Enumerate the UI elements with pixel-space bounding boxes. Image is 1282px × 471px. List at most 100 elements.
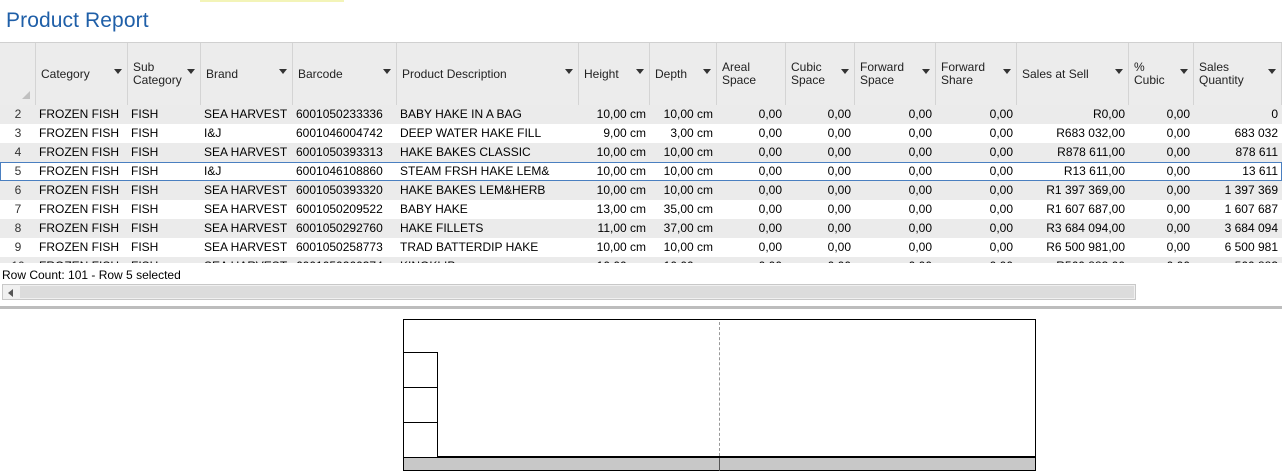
dropdown-arrow-icon[interactable] [383,69,391,74]
cell-rownum: 3 [14,126,22,140]
cell-pct_cubic: 0,00 [1166,202,1190,216]
column-header-brand[interactable]: Brand [201,43,293,105]
dropdown-arrow-icon[interactable] [1003,69,1011,74]
dropdown-arrow-icon[interactable] [636,69,644,74]
column-header-rownum[interactable] [0,43,36,105]
cell-fwd_share: 0,00 [989,221,1013,235]
cell-fwd_space: 0,00 [908,240,932,254]
column-header-fwd_share[interactable]: Forward Share [936,43,1017,105]
cell-description: TRAD BATTERDIP HAKE [400,240,539,254]
dropdown-arrow-icon[interactable] [1268,69,1276,74]
cell-sales_qty: 3 684 094 [1224,221,1278,235]
table-row[interactable]: 2 FROZEN FISH FISH SEA HARVEST 6001050233336… [0,105,1282,124]
table-row[interactable]: 4 FROZEN FISH FISH SEA HARVEST 6001050393313… [0,143,1282,162]
cell-brand: SEA HARVEST [204,221,288,235]
column-header-fwd_space[interactable]: Forward Space [855,43,936,105]
cell-depth: 35,00 cm [663,202,713,216]
shelf-divider [719,458,720,471]
cell-description: KINGKLIP [397,257,579,263]
column-header-height[interactable]: Height [579,43,650,105]
cell-pct_cubic: 0,00 [1166,164,1190,178]
cell-depth: 3,00 cm [670,126,713,140]
cell-description: STEAM FRSH HAKE LEM& [400,164,550,178]
column-header-sales_qty[interactable]: Sales Quantity [1194,43,1282,105]
cell-fwd_space: 0,00 [908,107,932,121]
cell-fwd_share: 0,00 [989,183,1013,197]
cell-sales_sell: R560 883,00 [1017,257,1129,263]
cell-category: FROZEN FISH [39,107,119,121]
cell-brand: SEA HARVEST [201,257,293,263]
dropdown-arrow-icon[interactable] [922,69,930,74]
cell-fwd_share: 0,00 [936,257,1017,263]
cell-cubic: 0,00 [827,202,851,216]
cell-rownum: 4 [14,145,22,159]
product-block[interactable] [403,422,438,458]
table-row-selected[interactable]: 5 FROZEN FISH FISH I&J 6001046108860 STEAM FR… [0,162,1282,181]
cell-barcode: 6001050260374 [293,257,397,263]
dropdown-arrow-icon[interactable] [1115,69,1123,74]
dropdown-arrow-icon[interactable] [1180,69,1188,74]
column-header-description[interactable]: Product Description [397,43,579,105]
table-row[interactable]: 10FROZEN FISHFISHSEA HARVEST600105026037… [0,257,1282,263]
column-header-label: Forward Space [860,60,905,87]
cell-cubic: 0,00 [827,240,851,254]
cell-height: 10,00 cm [596,107,646,121]
cell-fwd_share: 0,00 [989,240,1013,254]
cell-rownum: 9 [14,240,22,254]
column-header-label: % Cubic [1134,60,1165,87]
product-grid[interactable]: Category Sub Category Brand Barcode Product … [0,42,1282,263]
cell-height: 13,00 cm [596,202,646,216]
cell-depth: 10,00 cm [663,183,713,197]
cell-subcategory: FISH [131,221,159,235]
column-header-areal[interactable]: Areal Space [717,43,786,105]
column-header-category[interactable]: Category [36,43,128,105]
table-row[interactable]: 7 FROZEN FISH FISH SEA HARVEST 6001050209522… [0,200,1282,219]
column-header-cubic[interactable]: Cubic Space [786,43,855,105]
scroll-left-arrow-icon[interactable] [8,289,13,297]
scrollbar-thumb[interactable] [20,286,1134,298]
cell-brand: I&J [204,126,222,140]
dropdown-arrow-icon[interactable] [187,69,195,74]
cell-fwd_share: 0,00 [989,126,1013,140]
cell-pct_cubic: 0,00 [1166,126,1190,140]
column-header-barcode[interactable]: Barcode [293,43,397,105]
cell-description: HAKE BAKES CLASSIC [400,145,531,159]
cell-subcategory: FISH [131,145,159,159]
product-block[interactable] [403,352,438,388]
cell-pct_cubic: 0,00 [1166,107,1190,121]
column-header-label: Sales Quantity [1199,60,1244,87]
table-row[interactable]: 6 FROZEN FISH FISH SEA HARVEST 6001050393320… [0,181,1282,200]
table-row[interactable]: 8 FROZEN FISH FISH SEA HARVEST 6001050292760… [0,219,1282,238]
dropdown-arrow-icon[interactable] [279,69,287,74]
column-header-subcategory[interactable]: Sub Category [128,43,201,105]
cell-pct_cubic: 0,00 [1166,240,1190,254]
cell-sales_qty: 683 032 [1234,126,1278,140]
column-header-pct_cubic[interactable]: % Cubic [1129,43,1194,105]
dropdown-arrow-icon[interactable] [565,69,573,74]
cell-cubic: 0,00 [827,107,851,121]
cell-rownum: 2 [14,107,22,121]
cell-subcategory: FISH [131,126,159,140]
cell-barcode: 6001050393313 [296,145,383,159]
cell-fwd_space: 0,00 [908,221,932,235]
product-block[interactable] [403,387,438,423]
cell-fwd_space: 0,00 [855,257,936,263]
cell-height: 10,00 cm [596,164,646,178]
cell-fwd_share: 0,00 [989,145,1013,159]
dropdown-arrow-icon[interactable] [114,69,122,74]
column-header-label: Forward Share [941,60,986,87]
dropdown-arrow-icon[interactable] [841,69,849,74]
cell-sales_sell: R6 500 981,00 [1046,240,1125,254]
cell-areal: 0,00 [758,145,782,159]
dropdown-arrow-icon[interactable] [703,69,711,74]
table-row[interactable]: 9 FROZEN FISH FISH SEA HARVEST 6001050258773… [0,238,1282,257]
table-row[interactable]: 3 FROZEN FISH FISH I&J 6001046004742 DEEP WAT… [0,124,1282,143]
cell-category: FROZEN FISH [39,240,119,254]
cell-brand: SEA HARVEST [204,202,288,216]
column-header-depth[interactable]: Depth [650,43,717,105]
cell-sales_sell: R3 684 094,00 [1046,221,1125,235]
cell-rownum: 7 [14,202,22,216]
horizontal-scrollbar[interactable] [2,284,1136,300]
cell-pct_cubic: 0,00 [1166,221,1190,235]
column-header-sales_sell[interactable]: Sales at Sell [1017,43,1129,105]
